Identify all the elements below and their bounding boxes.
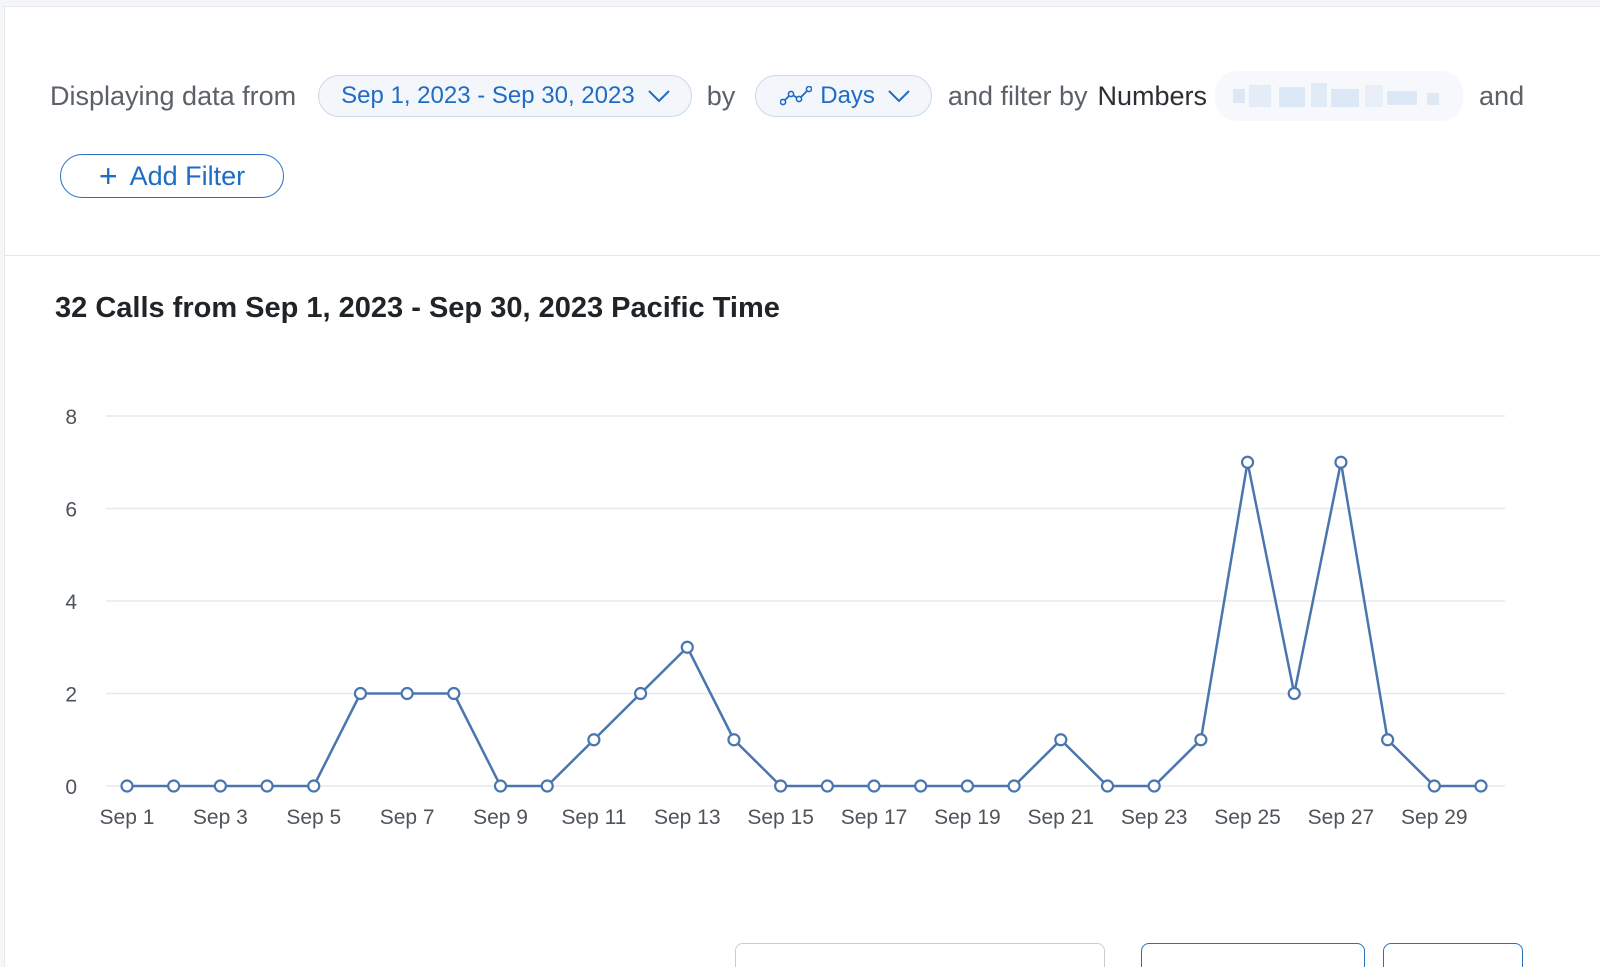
data-point — [1054, 733, 1068, 747]
data-point — [120, 779, 134, 793]
data-point — [774, 779, 788, 793]
data-point — [960, 779, 975, 793]
data-point — [867, 779, 881, 793]
data-point — [353, 686, 368, 701]
data-point — [1100, 779, 1115, 793]
data-point — [633, 686, 648, 701]
data-point — [167, 779, 181, 793]
x-tick-label: Sep 3 — [193, 806, 248, 829]
y-tick-label: 0 — [65, 776, 77, 799]
y-tick-label: 6 — [65, 499, 77, 522]
y-tick-label: 4 — [65, 591, 77, 614]
x-tick-label: Sep 21 — [1028, 806, 1095, 829]
data-point — [1474, 779, 1488, 793]
x-tick-label: Sep 9 — [473, 806, 528, 829]
data-point — [447, 686, 461, 701]
data-point — [493, 779, 508, 793]
bottom-action-button[interactable] — [1141, 943, 1365, 967]
data-point — [1007, 779, 1021, 793]
data-point — [820, 779, 834, 793]
data-point — [307, 779, 321, 793]
data-point — [1147, 779, 1161, 793]
data-point — [260, 779, 274, 793]
data-point — [1287, 686, 1301, 701]
series-line — [127, 461, 1481, 788]
bottom-select[interactable] — [735, 943, 1105, 967]
data-point — [213, 779, 227, 793]
data-point — [680, 640, 694, 654]
x-tick-label: Sep 19 — [934, 806, 1001, 829]
x-tick-label: Sep 25 — [1214, 806, 1281, 829]
x-tick-label: Sep 11 — [561, 806, 626, 829]
bottom-secondary-button[interactable] — [1383, 943, 1523, 967]
x-tick-label: Sep 5 — [286, 806, 341, 829]
calls-line-chart: 0 2 4 6 8 Sep 1 Sep 3 Sep 5 Sep 7 Sep 9 Sep 11 Sep … — [65, 406, 1505, 829]
data-point — [1381, 733, 1395, 747]
x-tick-label: Sep 7 — [380, 806, 435, 829]
report-card: Displaying data from Sep 1, 2023 - Sep 3… — [4, 6, 1600, 967]
x-tick-label: Sep 13 — [654, 806, 721, 829]
y-tick-label: 8 — [65, 406, 77, 429]
y-tick-label: 2 — [65, 684, 77, 707]
x-tick-label: Sep 17 — [841, 806, 908, 829]
data-point — [914, 779, 928, 793]
data-point — [540, 779, 554, 793]
data-point — [400, 686, 414, 701]
x-tick-label: Sep 29 — [1401, 806, 1468, 829]
x-tick-label: Sep 27 — [1308, 806, 1375, 829]
data-point — [1194, 733, 1208, 747]
data-point — [727, 733, 741, 747]
x-tick-label: Sep 23 — [1121, 806, 1188, 829]
data-point — [1240, 455, 1255, 469]
data-point — [587, 733, 601, 747]
x-tick-label: Sep 1 — [100, 806, 155, 829]
data-point — [1427, 779, 1441, 793]
x-tick-label: Sep 15 — [747, 806, 814, 829]
data-point — [1334, 455, 1348, 469]
